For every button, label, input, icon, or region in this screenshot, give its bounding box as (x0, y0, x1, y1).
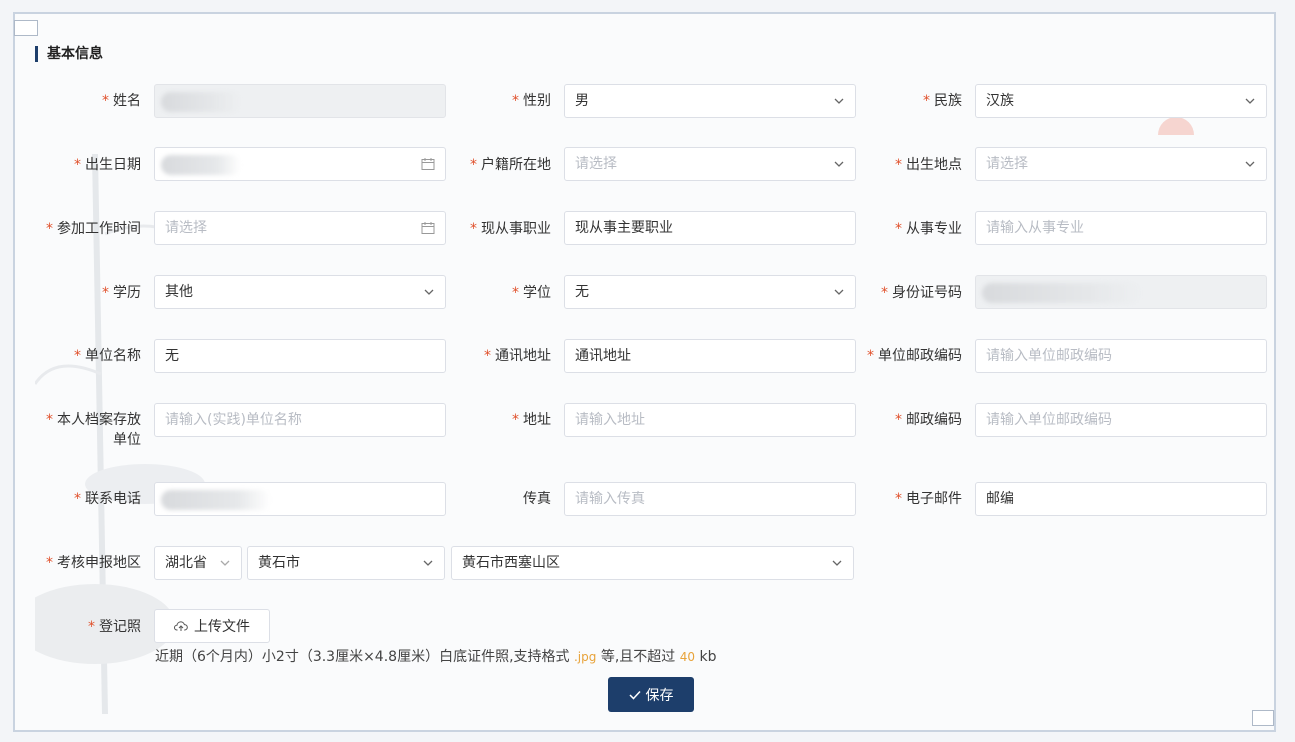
fax-input[interactable]: 请输入传真 (564, 482, 856, 516)
id-number-label: * 身份证号码 (881, 285, 962, 301)
fax-label: 传真 (523, 491, 551, 507)
district-select[interactable]: 黄石市西塞山区 (451, 546, 854, 580)
degree-select[interactable]: 无 (564, 275, 856, 309)
corner-mark (14, 20, 38, 36)
chevron-down-icon (834, 289, 844, 295)
postcode-label: * 邮政编码 (895, 412, 962, 428)
birth-date-picker[interactable] (154, 147, 446, 181)
phone-label: * 联系电话 (74, 491, 141, 507)
specialty-input[interactable]: 请输入从事专业 (975, 211, 1267, 245)
upload-button[interactable]: 上传文件 (154, 609, 270, 643)
name-label: * 姓名 (102, 93, 141, 109)
birth-place-select[interactable]: 请选择 (975, 147, 1267, 181)
degree-label: * 学位 (512, 285, 551, 301)
archive-address-input[interactable]: 请输入地址 (564, 403, 856, 437)
chevron-down-icon (834, 98, 844, 104)
household-label: * 户籍所在地 (470, 157, 551, 173)
chevron-down-icon (834, 161, 844, 167)
specialty-label: * 从事专业 (895, 221, 962, 237)
unit-postcode-label: * 单位邮政编码 (867, 348, 962, 364)
unit-name-label: * 单位名称 (74, 348, 141, 364)
region-label: * 考核申报地区 (46, 555, 141, 571)
photo-label: * 登记照 (88, 619, 141, 635)
calendar-icon (421, 158, 435, 170)
occupation-label: * 现从事职业 (470, 221, 551, 237)
chevron-down-icon (1245, 161, 1255, 167)
ethnicity-label: * 民族 (923, 93, 962, 109)
name-field[interactable] (154, 84, 446, 118)
email-input[interactable]: 邮编 (975, 482, 1267, 516)
calendar-icon (421, 222, 435, 234)
postcode-input[interactable]: 请输入单位邮政编码 (975, 403, 1267, 437)
chevron-down-icon (423, 560, 433, 566)
chevron-down-icon (220, 560, 230, 566)
save-button[interactable]: 保存 (608, 677, 694, 712)
photo-hint: 近期（6个月内）小2寸（3.3厘米×4.8厘米）白底证件照,支持格式 .jpg … (155, 649, 717, 665)
archive-address-label: * 地址 (512, 412, 551, 428)
work-start-picker[interactable]: 请选择 (154, 211, 446, 245)
cloud-upload-icon (174, 621, 188, 631)
unit-name-input[interactable]: 无 (154, 339, 446, 373)
birth-place-label: * 出生地点 (895, 157, 962, 173)
id-number-field[interactable] (975, 275, 1267, 309)
chevron-down-icon (424, 289, 434, 295)
work-start-label: * 参加工作时间 (46, 221, 141, 237)
province-select[interactable]: 湖北省 (154, 546, 242, 580)
save-label: 保存 (645, 687, 674, 704)
check-icon (628, 690, 641, 700)
chevron-down-icon (832, 560, 842, 566)
phone-input[interactable] (154, 482, 446, 516)
unit-postcode-input[interactable]: 请输入单位邮政编码 (975, 339, 1267, 373)
chevron-down-icon (1245, 98, 1255, 104)
archive-unit-label: * 本人档案存放 单位 (46, 412, 141, 448)
section-title: 基本信息 (35, 46, 103, 62)
city-select[interactable]: 黄石市 (247, 546, 445, 580)
corner-mark (1252, 710, 1274, 726)
occupation-input[interactable]: 现从事主要职业 (564, 211, 856, 245)
education-select[interactable]: 其他 (154, 275, 446, 309)
birth-date-label: * 出生日期 (74, 157, 141, 173)
address-label: * 通讯地址 (484, 348, 551, 364)
address-input[interactable]: 通讯地址 (564, 339, 856, 373)
education-label: * 学历 (102, 285, 141, 301)
ethnicity-select[interactable]: 汉族 (975, 84, 1267, 118)
archive-unit-input[interactable]: 请输入(实践)单位名称 (154, 403, 446, 437)
household-select[interactable]: 请选择 (564, 147, 856, 181)
upload-label: 上传文件 (194, 619, 250, 635)
gender-select[interactable]: 男 (564, 84, 856, 118)
email-label: * 电子邮件 (895, 491, 962, 507)
gender-label: * 性别 (512, 93, 551, 109)
